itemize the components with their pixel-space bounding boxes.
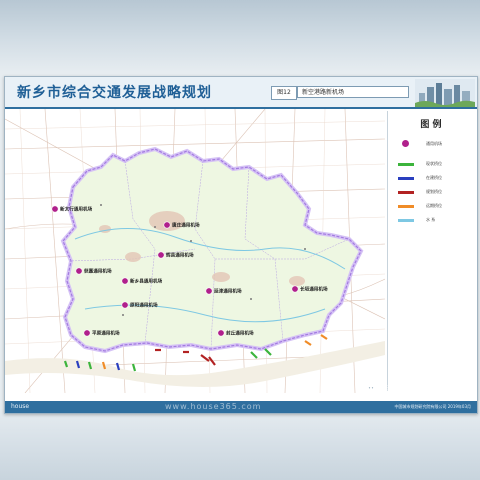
airport-marker[interactable]: 封丘通用机场 xyxy=(217,329,254,337)
legend-item-label: 在建桥位 xyxy=(426,175,442,180)
legend-item: 远期桥位 xyxy=(398,201,472,211)
airport-icon xyxy=(51,205,59,213)
wechat-icon xyxy=(366,384,380,393)
legend-line-swatch xyxy=(398,163,414,166)
airport-marker[interactable]: 获嘉通用机场 xyxy=(75,267,112,275)
map-footer: house www.house365.com 中国城市规划研究院有限公司 201… xyxy=(5,401,477,413)
footer-site-watermark: www.house365.com xyxy=(165,402,262,411)
airport-icon xyxy=(402,140,409,147)
airport-label: 唐庄通用机场 xyxy=(172,222,200,229)
figure-title: 新空港路新机场 xyxy=(297,86,409,98)
map-header: 新乡市综合交通发展战略规划 图12 新空港路新机场 xyxy=(5,77,477,109)
airport-label: 延津通用机场 xyxy=(213,288,242,295)
airport-label: 辉县通用机场 xyxy=(166,252,194,259)
map-legend: 图 例 通用机场现状桥位在建桥位规划桥位远期桥位水 系 xyxy=(387,111,474,391)
airport-icon xyxy=(83,329,91,337)
airport-label: 原阳通用机场 xyxy=(130,302,158,309)
legend-item: 在建桥位 xyxy=(398,173,472,183)
airport-icon xyxy=(157,251,165,259)
airport-marker[interactable]: 原阳通用机场 xyxy=(121,301,158,309)
airport-label: 平原通用机场 xyxy=(92,330,120,337)
airport-label: 新太行通用机场 xyxy=(60,206,93,213)
legend-line-swatch xyxy=(398,191,414,194)
airport-marker[interactable]: 唐庄通用机场 xyxy=(163,221,200,229)
airport-marker[interactable]: 辉县通用机场 xyxy=(157,251,194,259)
airport-marker[interactable]: 平原通用机场 xyxy=(83,329,120,337)
legend-line-swatch xyxy=(398,219,414,222)
airport-icon xyxy=(291,285,299,293)
footer-credit: 中国城市规划研究院有限公司 2019年03月 xyxy=(394,404,471,409)
legend-line-swatch xyxy=(398,177,414,180)
legend-item: 水 系 xyxy=(398,215,472,225)
airport-label: 获嘉通用机场 xyxy=(84,268,112,275)
legend-item-label: 通用机场 xyxy=(426,141,442,146)
map-area[interactable]: 新太行通用机场唐庄通用机场辉县通用机场获嘉通用机场新乡县通用机场 原阳通用机场 延津… xyxy=(5,108,386,394)
airport-icon xyxy=(205,287,213,295)
map-sheet: 新乡市综合交通发展战略规划 图12 新空港路新机场 新太行通用机场 唐庄通用机场… xyxy=(4,76,478,414)
airport-icon xyxy=(163,221,171,229)
airport-icon xyxy=(217,329,225,337)
figure-number: 图12 xyxy=(271,86,297,100)
airport-label: 封丘通用机场 xyxy=(226,330,254,337)
legend-item-label: 现状桥位 xyxy=(426,161,442,166)
legend-item: 规划桥位 xyxy=(398,187,472,197)
airport-icon xyxy=(121,301,129,309)
legend-item: 现状桥位 xyxy=(398,159,472,169)
footer-logo: house xyxy=(11,403,30,410)
city-skyline-illustration xyxy=(415,79,475,107)
map-title: 新乡市综合交通发展战略规划 xyxy=(17,85,212,101)
legend-item-label: 远期桥位 xyxy=(426,203,442,208)
legend-line-swatch xyxy=(398,205,414,208)
map-canvas: 新太行通用机场唐庄通用机场辉县通用机场获嘉通用机场新乡县通用机场原阳通用机场 延津… xyxy=(5,108,386,394)
airport-label: 长垣通用机场 xyxy=(300,286,328,293)
airport-marker[interactable]: 延津通用机场 xyxy=(205,287,242,295)
watermark-text: 新乡365淘房 xyxy=(383,385,437,395)
legend-title: 图 例 xyxy=(420,120,442,130)
airport-marker[interactable]: 长垣通用机场 xyxy=(291,285,328,293)
airport-icon xyxy=(75,267,83,275)
airport-label: 新乡县通用机场 xyxy=(130,278,163,285)
wechat-watermark: 新乡365淘房 xyxy=(366,382,436,395)
legend-item: 通用机场 xyxy=(398,139,472,149)
legend-item-label: 水 系 xyxy=(426,217,436,222)
airport-icon xyxy=(121,277,129,285)
legend-item-label: 规划桥位 xyxy=(426,189,442,194)
